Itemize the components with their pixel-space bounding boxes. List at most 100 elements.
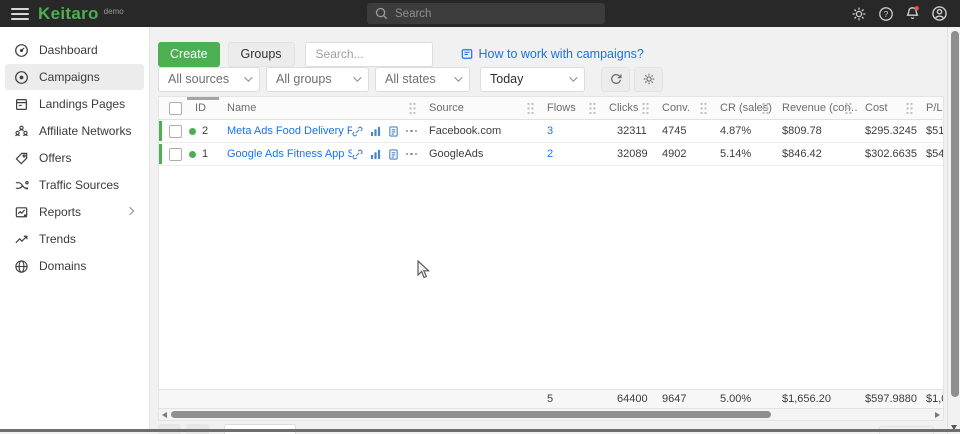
campaign-stats-icon[interactable] <box>370 126 381 137</box>
column-header-revenue[interactable]: Revenue (con… <box>776 97 859 119</box>
campaign-link-icon[interactable] <box>352 149 363 160</box>
campaign-name-link[interactable]: Meta Ads Food Delivery Promo <box>227 125 352 137</box>
user-account-icon[interactable] <box>931 5 948 22</box>
help-article-link[interactable]: How to work with campaigns? <box>461 47 644 61</box>
select-all-checkbox[interactable] <box>169 102 182 115</box>
affiliate-networks-icon <box>13 123 29 139</box>
column-header-conv[interactable]: Conv. <box>656 97 714 119</box>
menu-icon[interactable] <box>11 8 29 20</box>
column-drag-handle-icon[interactable] <box>761 102 770 118</box>
campaigns-table: ID Name Source Flows Clicks Conv. CR (sa… <box>158 96 944 421</box>
groups-filter-select[interactable]: All groups <box>266 67 369 92</box>
column-header-id[interactable]: ID <box>185 97 223 119</box>
column-drag-handle-icon[interactable] <box>699 102 708 118</box>
table-settings-button[interactable] <box>634 67 663 92</box>
total-cost: $597.9880 <box>859 390 920 408</box>
create-button[interactable]: Create <box>158 42 220 67</box>
row-checkbox[interactable] <box>169 148 182 161</box>
groups-filter-value: All groups <box>276 72 332 86</box>
reports-icon <box>13 204 29 220</box>
column-header-flows[interactable]: Flows <box>541 97 603 119</box>
campaign-stats-icon[interactable] <box>370 149 381 160</box>
sidebar-item-reports[interactable]: Reports <box>5 199 144 225</box>
flows-link[interactable]: 3 <box>547 125 553 137</box>
scroll-right-arrow-icon[interactable] <box>935 412 940 418</box>
scroll-left-arrow-icon[interactable] <box>162 412 167 418</box>
sidebar-item-campaigns[interactable]: Campaigns <box>5 64 144 90</box>
sidebar-item-dashboard[interactable]: Dashboard <box>5 37 144 63</box>
search-icon <box>375 7 388 20</box>
table-empty-area <box>159 166 943 389</box>
column-drag-handle-icon[interactable] <box>588 102 597 118</box>
sources-filter-select[interactable]: All sources <box>158 67 260 92</box>
refresh-button[interactable] <box>601 67 630 92</box>
vertical-scrollbar[interactable] <box>947 27 960 434</box>
table-header-row: ID Name Source Flows Clicks Conv. CR (sa… <box>159 97 943 120</box>
more-actions-icon[interactable] <box>406 153 418 156</box>
help-icon[interactable]: ? <box>877 5 894 22</box>
pl-value: $543 <box>920 143 944 165</box>
states-filter-value: All states <box>385 72 436 86</box>
chevron-down-icon <box>353 73 361 81</box>
cost-value: $295.3245 <box>859 120 920 142</box>
column-drag-handle-icon[interactable] <box>905 102 914 118</box>
main-content: Create Groups How to work with campaigns… <box>150 27 960 434</box>
column-drag-handle-icon[interactable] <box>408 102 417 118</box>
sidebar-item-landings-pages[interactable]: Landings Pages <box>5 91 144 117</box>
chevron-down-icon <box>454 73 462 81</box>
notifications-bell-icon[interactable] <box>904 5 921 22</box>
chevron-down-icon <box>569 73 577 81</box>
app-logo[interactable]: Keitaro demo <box>38 5 124 23</box>
campaign-row[interactable]: 2 Meta Ads Food Delivery Promo Facebook.… <box>159 120 943 143</box>
svg-text:?: ? <box>883 9 888 19</box>
global-search[interactable] <box>367 3 605 24</box>
sidebar-item-offers[interactable]: Offers <box>5 145 144 171</box>
sidebar-item-affiliate-networks[interactable]: Affiliate Networks <box>5 118 144 144</box>
column-header-clicks[interactable]: Clicks <box>603 97 656 119</box>
campaign-report-icon[interactable] <box>388 149 399 160</box>
campaign-link-icon[interactable] <box>352 126 363 137</box>
sources-filter-value: All sources <box>168 72 229 86</box>
cr-value: 4.87% <box>714 120 776 142</box>
date-range-select[interactable]: Today <box>480 67 585 92</box>
campaign-name-link[interactable]: Google Ads Fitness App Split <box>227 148 352 160</box>
row-checkbox[interactable] <box>169 125 182 138</box>
sidebar-item-domains[interactable]: Domains <box>5 253 144 279</box>
campaign-row[interactable]: 1 Google Ads Fitness App Split GoogleAds… <box>159 143 943 166</box>
horizontal-scrollbar-thumb[interactable] <box>171 411 771 418</box>
date-range-value: Today <box>490 72 523 86</box>
dashboard-icon <box>13 42 29 58</box>
landing-page-icon <box>13 96 29 112</box>
horizontal-scrollbar[interactable] <box>159 408 943 420</box>
campaign-report-icon[interactable] <box>388 126 399 137</box>
column-drag-handle-icon[interactable] <box>844 102 853 118</box>
column-header-source[interactable]: Source <box>423 97 541 119</box>
total-pl: $1,05 <box>920 390 944 408</box>
filters-bar: All sources All groups All states Today <box>158 66 663 92</box>
column-drag-handle-icon[interactable] <box>641 102 650 118</box>
logo-text: Keitaro <box>38 5 99 23</box>
settings-gear-icon[interactable] <box>850 5 867 22</box>
sidebar-item-trends[interactable]: Trends <box>5 226 144 252</box>
global-search-input[interactable] <box>395 8 575 20</box>
total-clicks: 64400 <box>603 390 656 408</box>
column-drag-handle-icon[interactable] <box>526 102 535 118</box>
sidebar-item-traffic-sources[interactable]: Traffic Sources <box>5 172 144 198</box>
sidebar: Dashboard Campaigns Landings Pages Affil… <box>0 27 150 430</box>
column-header-cr-sales[interactable]: CR (sales) <box>714 97 776 119</box>
campaign-source: GoogleAds <box>423 143 541 165</box>
column-header-name[interactable]: Name <box>223 97 423 119</box>
states-filter-select[interactable]: All states <box>375 67 470 92</box>
flows-link[interactable]: 2 <box>547 148 553 160</box>
revenue-value: $846.42 <box>776 143 859 165</box>
more-actions-icon[interactable] <box>406 130 418 133</box>
column-header-cost[interactable]: Cost <box>859 97 920 119</box>
vertical-scrollbar-thumb[interactable] <box>951 31 959 397</box>
campaign-search-input[interactable] <box>305 42 433 67</box>
sidebar-item-label: Landings Pages <box>39 97 125 111</box>
chevron-right-icon <box>126 207 134 215</box>
groups-button[interactable]: Groups <box>228 42 295 67</box>
sidebar-item-label: Dashboard <box>39 43 98 57</box>
offer-tag-icon <box>13 150 29 166</box>
column-header-pl[interactable]: P/L ( <box>920 97 944 119</box>
